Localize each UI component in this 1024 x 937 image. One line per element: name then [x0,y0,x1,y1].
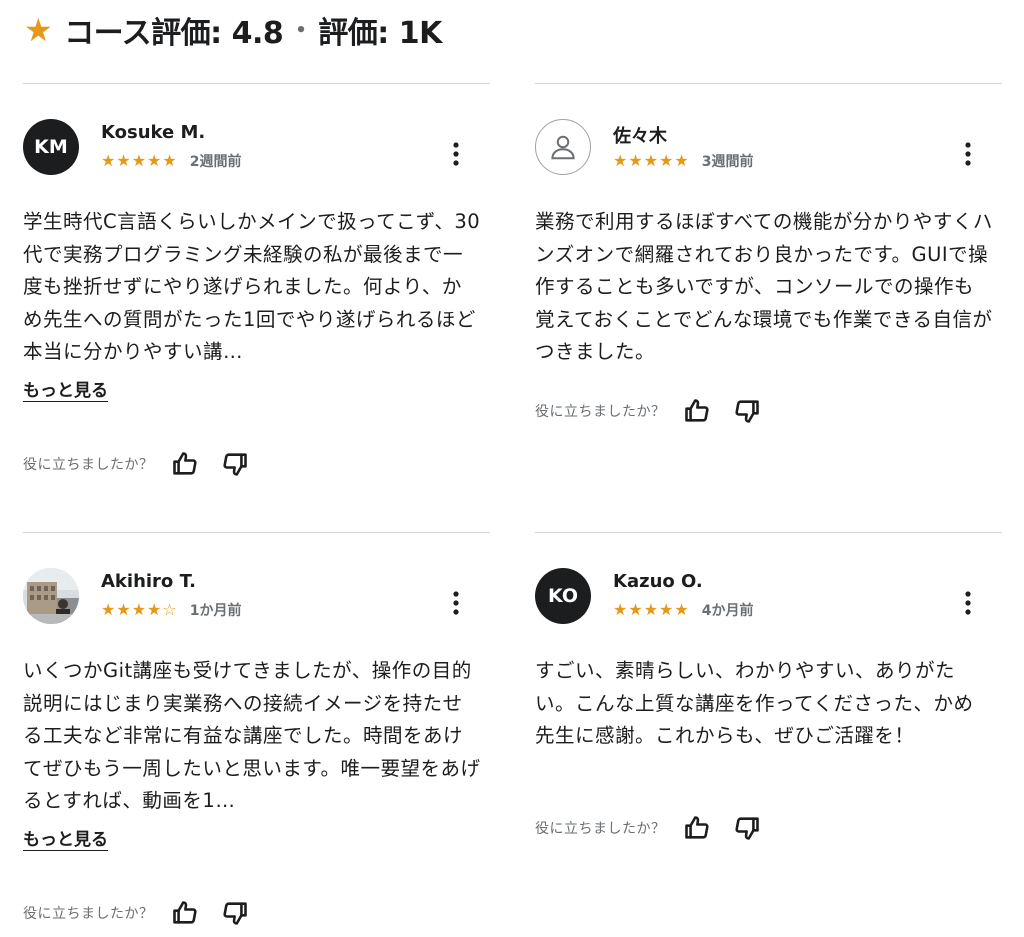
thumbs-down-icon[interactable] [220,898,250,928]
star-rating: ★★★★★ [101,151,178,170]
reviewer-name: 佐々木 [613,126,667,147]
review-body: すごい、素晴らしい、わかりやすい、ありがたい。こんな上質な講座を作ってくださった… [535,659,974,747]
helpful-question: 役に立ちましたか？ [23,906,154,922]
reviewer-name: Kosuke M. [101,122,206,143]
avatar[interactable] [535,119,591,175]
review-date: 3週間前 [701,154,754,170]
rating-row: ★★★★★ 3週間前 [613,151,753,171]
rating-count-label: 評価: 1K [318,16,442,51]
reviewer-name: Kazuo O. [613,571,703,592]
rating-row: ★★★★★ 2週間前 [101,151,241,171]
course-rating-header: ★ コース評価: 4.8 • 評価: 1K [24,10,442,51]
avatar[interactable] [23,568,79,624]
rating-row: ★★★★☆ 1か月前 [101,600,241,620]
reviewer-name: Akihiro T. [101,571,196,592]
separator-dot: • [295,19,307,41]
show-more-link[interactable]: もっと見る [23,825,108,850]
profile-photo [23,568,79,624]
star-icon: ★ [24,11,53,49]
review-card: KM Kosuke M. ★★★★★ 2週間前 学生時代C言語くらいしかメインで… [23,83,490,476]
helpful-question: 役に立ちましたか？ [535,821,666,837]
helpful-row: 役に立ちましたか？ [535,813,762,843]
review-card: 佐々木 ★★★★★ 3週間前 業務で利用するほぼすべての機能が分かりやすくハンズ… [535,83,1002,423]
thumbs-up-icon[interactable] [682,813,712,843]
review-body: 業務で利用するほぼすべての機能が分かりやすくハンズオンで網羅されており良かったで… [535,210,993,363]
thumbs-down-icon[interactable] [732,813,762,843]
more-options-icon[interactable] [955,139,981,169]
star-rating: ★★★★★ [613,600,690,619]
rating-row: ★★★★★ 4か月前 [613,600,753,620]
more-options-icon[interactable] [443,588,469,618]
helpful-question: 役に立ちましたか？ [23,457,154,473]
review-date: 4か月前 [701,603,754,619]
review-body: 学生時代C言語くらいしかメインで扱ってこず、30代で実務プログラミング未経験の私… [23,210,481,363]
helpful-row: 役に立ちましたか？ [23,898,250,928]
review-card: KO Kazuo O. ★★★★★ 4か月前 すごい、素晴らしい、わかりやすい、… [535,532,1002,840]
avatar[interactable]: KO [535,568,591,624]
avatar-initials: KO [547,585,579,607]
star-rating: ★★★★★ [613,151,690,170]
user-placeholder-icon [551,135,575,160]
star-rating: ★★★★☆ [101,600,178,619]
thumbs-up-icon[interactable] [170,449,200,479]
helpful-question: 役に立ちましたか？ [535,404,666,420]
show-more-link[interactable]: もっと見る [23,376,108,401]
helpful-row: 役に立ちましたか？ [23,449,250,479]
more-options-icon[interactable] [955,588,981,618]
review-date: 2週間前 [189,154,242,170]
thumbs-up-icon[interactable] [170,898,200,928]
course-rating-label: コース評価: 4.8 [64,16,284,51]
review-date: 1か月前 [189,603,242,619]
thumbs-up-icon[interactable] [682,396,712,426]
avatar[interactable]: KM [23,119,79,175]
thumbs-down-icon[interactable] [732,396,762,426]
avatar-initials: KM [34,136,68,158]
review-card: Akihiro T. ★★★★☆ 1か月前 いくつかGit講座も受けてきましたが… [23,532,490,925]
thumbs-down-icon[interactable] [220,449,250,479]
review-body: いくつかGit講座も受けてきましたが、操作の目的説明にはじまり実業務への接続イメ… [23,659,481,812]
helpful-row: 役に立ちましたか？ [535,396,762,426]
more-options-icon[interactable] [443,139,469,169]
